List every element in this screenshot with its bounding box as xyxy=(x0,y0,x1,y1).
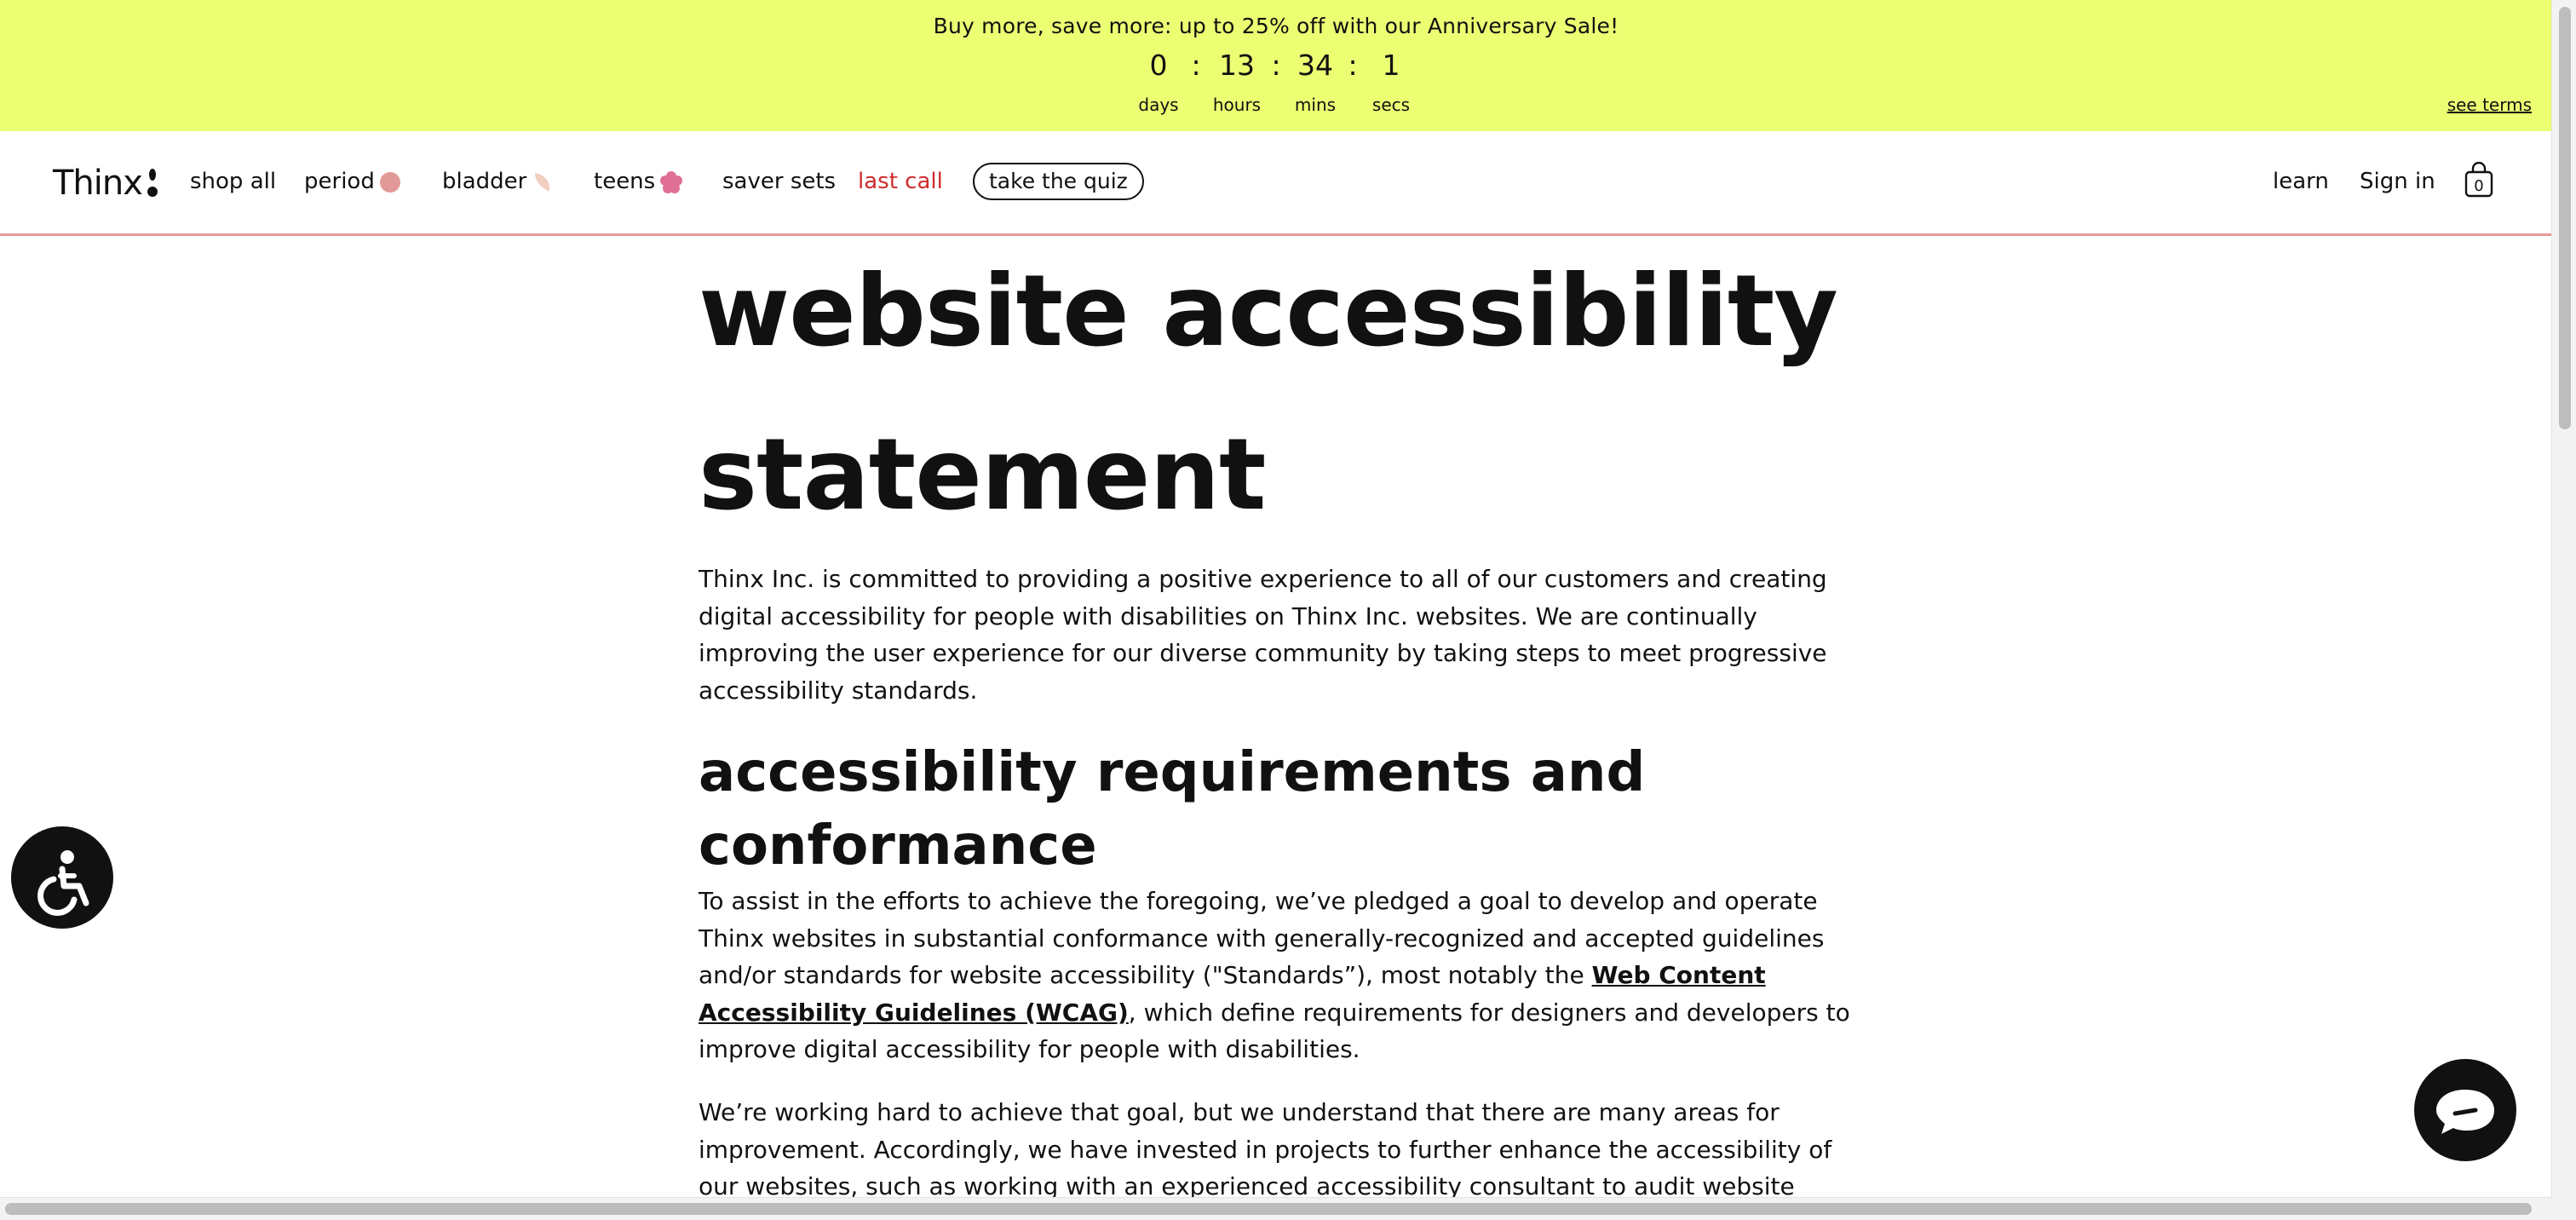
logo-mark-icon xyxy=(147,169,158,197)
section-paragraph-2: We’re working hard to achieve that goal,… xyxy=(699,1098,1832,1200)
page-title-line-1: website accessibility xyxy=(699,254,1838,369)
section-title: accessibility requirements and conforman… xyxy=(699,741,1646,878)
take-quiz-button[interactable]: take the quiz xyxy=(973,163,1144,200)
nav-learn[interactable]: learn xyxy=(2273,169,2329,194)
horizontal-scrollbar[interactable] xyxy=(0,1197,2552,1220)
nav-last-call[interactable]: last call xyxy=(858,169,943,194)
wheelchair-icon xyxy=(37,850,89,916)
countdown-mins: 34 xyxy=(1297,49,1333,82)
chat-button[interactable] xyxy=(2414,1059,2516,1161)
flower-icon xyxy=(660,171,682,193)
see-terms-link[interactable]: see terms xyxy=(2447,95,2532,115)
accessibility-button[interactable] xyxy=(11,826,113,929)
promo-text: Buy more, save more: up to 25% off with … xyxy=(933,14,1619,38)
nav-period[interactable]: period xyxy=(304,169,375,194)
countdown-secs: 1 xyxy=(1382,49,1400,82)
section-paragraph-1: To assist in the efforts to achieve the … xyxy=(699,883,1857,1068)
promo-banner: Buy more, save more: up to 25% off with … xyxy=(0,0,2552,131)
intro-paragraph: Thinx Inc. is committed to providing a p… xyxy=(699,565,1827,705)
main-nav: Thinx shop all period bladder teens save… xyxy=(0,131,2552,236)
countdown-separator: : xyxy=(1191,49,1201,82)
nav-shop-all[interactable]: shop all xyxy=(190,169,276,194)
horizontal-scroll-thumb[interactable] xyxy=(5,1203,2532,1215)
shopping-bag-icon: 0 xyxy=(2464,161,2493,198)
cart-count: 0 xyxy=(2474,177,2483,195)
page-title-line-2: statement xyxy=(699,417,1266,532)
countdown-mins-label: mins xyxy=(1294,95,1337,115)
vertical-scroll-thumb[interactable] xyxy=(2559,7,2571,429)
circle-icon xyxy=(380,172,400,193)
thinx-logo[interactable]: Thinx xyxy=(53,164,143,203)
countdown-secs-label: secs xyxy=(1371,95,1411,115)
countdown-days: 0 xyxy=(1149,49,1168,82)
cart-button[interactable]: 0 xyxy=(2464,161,2493,198)
vertical-scrollbar[interactable] xyxy=(2551,0,2576,1220)
nav-teens[interactable]: teens xyxy=(594,169,655,194)
nav-saver-sets[interactable]: saver sets xyxy=(722,169,836,194)
countdown-hours-label: hours xyxy=(1212,95,1262,115)
nav-bladder[interactable]: bladder xyxy=(442,169,526,194)
nav-sign-in[interactable]: Sign in xyxy=(2360,169,2435,194)
countdown-hours: 13 xyxy=(1219,49,1255,82)
crescent-icon xyxy=(535,173,550,192)
chat-bubble-icon xyxy=(2436,1090,2494,1134)
countdown-days-label: days xyxy=(1138,95,1179,115)
